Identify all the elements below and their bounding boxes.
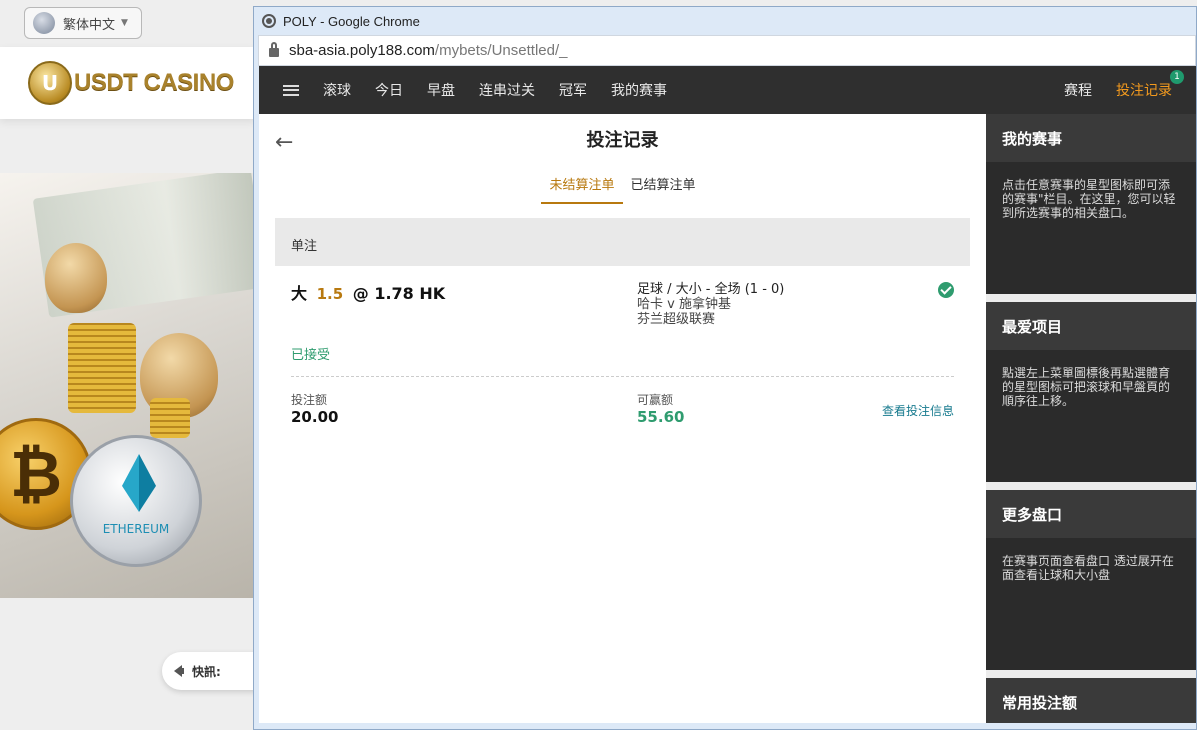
help-card-title: 最爱项目 — [986, 302, 1196, 350]
top-nav: 滚球 今日 早盘 连串过关 冠军 我的赛事 赛程 投注记录 1 — [259, 66, 1196, 114]
menu-icon[interactable] — [283, 84, 299, 96]
help-card-title: 我的赛事 — [986, 114, 1196, 162]
coin-stack-image — [68, 323, 136, 413]
bet-market: 足球 / 大小 - 全场 (1 - 0) — [637, 282, 785, 297]
money-bag-image — [45, 243, 107, 313]
ethereum-coin-image: ETHEREUM — [70, 435, 202, 567]
bet-card: 大 1.5 @ 1.78 HK 足球 / 大小 - 全场 (1 - 0) 哈卡 … — [275, 266, 970, 436]
ethereum-label: ETHEREUM — [102, 522, 170, 536]
help-card-more-markets: 更多盘口 在赛事页面查看盘口 透过展开在 面查看让球和大小盘 — [986, 490, 1196, 670]
stake-value: 20.00 — [291, 408, 339, 426]
nav-item-early[interactable]: 早盘 — [427, 80, 455, 100]
bet-match: 哈卡 v 施拿钟基 — [637, 297, 731, 312]
help-card-my-events: 我的赛事 点击任意赛事的星型图标即可添 的赛事"栏目。在这里，您可以轻 到所选赛事的… — [986, 114, 1196, 294]
nav-item-live[interactable]: 滚球 — [323, 80, 351, 100]
page-title: 投注记录 — [586, 130, 659, 151]
chevron-down-icon: ▼ — [121, 18, 128, 28]
chrome-window: POLY - Google Chrome sba-asia.poly188.co… — [253, 6, 1197, 730]
view-bet-details-link[interactable]: 查看投注信息 — [882, 402, 954, 419]
help-card-body: 點選左上菜單圖標後再點選體育 的星型图标可把滚球和早盤頁的 順序往上移。 — [1002, 366, 1171, 408]
win-value: 55.60 — [637, 408, 685, 426]
bet-history-panel: ← 投注记录 未结算注单 已结算注单 单注 大 1.5 @ 1.78 HK 足球… — [259, 114, 986, 723]
help-card-body: 点击任意赛事的星型图标即可添 的赛事"栏目。在这里，您可以轻 到所选赛事的相关盘口。 — [1002, 178, 1176, 220]
stake-label: 投注额 — [291, 393, 328, 407]
address-bar[interactable]: sba-asia.poly188.com/mybets/Unsettled/_ — [258, 35, 1196, 66]
bet-odds: @ 1.78 HK — [352, 284, 446, 303]
chrome-icon — [262, 14, 276, 28]
help-card-body: 在赛事页面查看盘口 透过展开在 面查看让球和大小盘 — [1002, 554, 1174, 582]
window-title-bar[interactable]: POLY - Google Chrome — [254, 7, 1196, 35]
bet-tabs: 未结算注单 已结算注单 — [259, 174, 986, 204]
bet-status: 已接受 — [291, 348, 331, 363]
language-selector[interactable]: 繁体中文 ▼ — [24, 7, 142, 39]
help-card-title: 更多盘口 — [986, 490, 1196, 538]
check-circle-icon — [938, 282, 954, 298]
casino-logo-text: USDT CASINO — [74, 69, 234, 96]
nav-item-parlay[interactable]: 连串过关 — [479, 80, 535, 100]
url-path: /mybets/Unsettled/_ — [434, 42, 568, 59]
window-title: POLY - Google Chrome — [283, 13, 420, 29]
lock-icon[interactable] — [269, 42, 279, 57]
globe-icon — [33, 12, 55, 34]
help-card-common-stakes: 常用投注额 — [986, 678, 1196, 723]
nav-item-my-events[interactable]: 我的赛事 — [611, 80, 667, 100]
bet-count-badge: 1 — [1170, 70, 1184, 84]
news-label: 快訊: — [192, 664, 221, 679]
crypto-banner-image: ₿ ETHEREUM — [0, 173, 255, 598]
bet-handicap: 1.5 — [316, 285, 344, 303]
url-host: sba-asia.poly188.com — [289, 42, 435, 59]
news-ticker[interactable]: 快訊: — [162, 652, 262, 690]
nav-item-schedule[interactable]: 赛程 — [1064, 80, 1092, 100]
casino-logo-bar: U USDT CASINO — [0, 47, 255, 119]
nav-item-outright[interactable]: 冠军 — [559, 80, 587, 100]
logo-coin-icon: U — [28, 61, 72, 105]
nav-item-today[interactable]: 今日 — [375, 80, 403, 100]
help-card-favorites: 最爱项目 點選左上菜單圖標後再點選體育 的星型图标可把滚球和早盤頁的 順序往上移。 — [986, 302, 1196, 482]
tab-unsettled[interactable]: 未结算注单 — [541, 174, 623, 204]
tab-settled[interactable]: 已结算注单 — [623, 174, 704, 204]
divider — [291, 376, 954, 377]
nav-item-bet-history-label: 投注记录 — [1116, 83, 1172, 99]
help-sidebar: 我的赛事 点击任意赛事的星型图标即可添 的赛事"栏目。在这里，您可以轻 到所选赛事的… — [986, 114, 1196, 723]
ethereum-icon — [122, 454, 156, 512]
coin-stack-image — [150, 398, 190, 438]
section-header-single: 单注 — [275, 218, 970, 266]
nav-item-bet-history[interactable]: 投注记录 1 — [1116, 70, 1184, 100]
bet-selection: 大 1.5 @ 1.78 HK — [291, 280, 445, 304]
speaker-icon — [174, 665, 184, 677]
bet-league: 芬兰超级联赛 — [637, 312, 716, 327]
help-card-title: 常用投注额 — [986, 678, 1196, 723]
language-label: 繁体中文 — [63, 17, 116, 33]
nav-right-group: 赛程 投注记录 1 — [1064, 70, 1196, 100]
page-viewport: 滚球 今日 早盘 连串过关 冠军 我的赛事 赛程 投注记录 1 ← 投注记录 未… — [259, 66, 1196, 723]
bet-selection-side: 大 — [291, 284, 308, 303]
win-label: 可赢额 — [637, 393, 674, 407]
bet-event-info: 足球 / 大小 - 全场 (1 - 0) 哈卡 v 施拿钟基 芬兰超级联赛 — [637, 282, 784, 327]
